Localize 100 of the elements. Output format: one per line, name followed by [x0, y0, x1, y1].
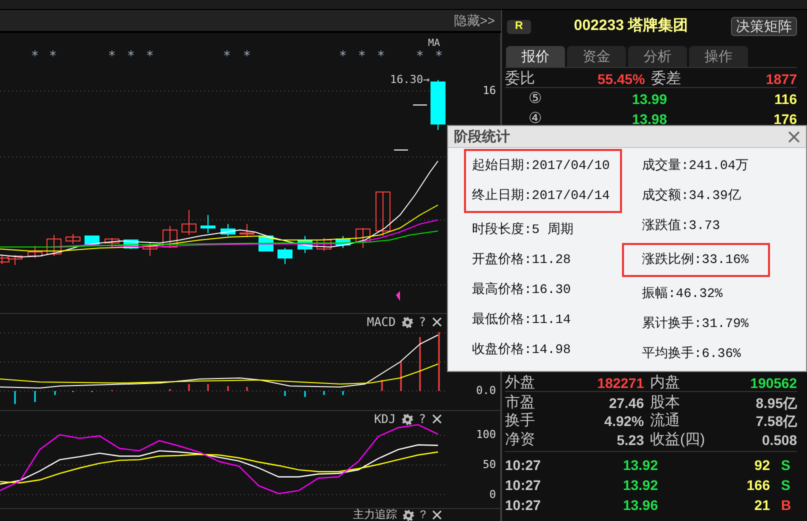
stat-label: 内盘 [649, 373, 681, 393]
tab[interactable]: 分析 [628, 46, 687, 67]
badge: R [507, 20, 531, 34]
trade-time: 10:27 [505, 456, 542, 475]
stat-label: 流通 [649, 411, 681, 431]
stat-value: 55.45% [596, 70, 645, 89]
candle [220, 224, 236, 236]
stat-label: 市盈 [505, 393, 536, 412]
order-level: ⑤ [528, 89, 542, 109]
tab[interactable]: 报价 [506, 46, 565, 67]
trade-side: B [780, 496, 792, 515]
candle [28, 246, 42, 258]
stat-item: 时段长度:5 周期 [471, 221, 574, 239]
trade-volume: 166 [746, 476, 770, 495]
price-marker [412, 104, 428, 106]
stat-item: 成交额:34.39亿 [641, 187, 742, 205]
quote-volume: 176 [772, 110, 797, 129]
hide-panel-button[interactable]: 隐藏>> [452, 10, 497, 30]
stat-label: 股本 [649, 393, 681, 412]
stat-item: 最高价格:16.30 [471, 281, 572, 299]
flag-icon [396, 291, 400, 301]
trade-side: S [780, 476, 792, 495]
stat-item: 涨跌值:3.73 [641, 217, 722, 235]
candle [240, 224, 254, 238]
candle [376, 192, 390, 236]
stat-item: 累计换手:31.79% [641, 315, 750, 333]
trade-price: 13.92 [622, 476, 658, 495]
signal-mark: * [435, 50, 443, 63]
stat-value: 8.95亿 [756, 394, 797, 413]
trade-volume: 92 [753, 456, 770, 475]
stock-title: 002233 塔牌集团 [572, 16, 690, 36]
trade-volume: 21 [753, 496, 770, 515]
signal-mark: * [339, 50, 347, 63]
tab[interactable]: 操作 [689, 46, 748, 67]
stat-value: 27.46 [608, 394, 644, 413]
stat-label: 换手 [505, 411, 536, 431]
stat-item: 最低价格:11.14 [471, 311, 572, 329]
stat-item: 成交量:241.04万 [641, 157, 750, 175]
tab[interactable]: 资金 [567, 46, 626, 67]
settings-icon [402, 414, 413, 424]
signal-mark: * [49, 50, 57, 63]
axis-label: 0.0 [476, 385, 496, 397]
candle [182, 210, 196, 236]
signal-mark: * [377, 50, 385, 63]
stat-value: 0.508 [762, 430, 797, 450]
signal-mark: * [243, 50, 251, 63]
stat-item: 终止日期:2017/04/14 [471, 187, 611, 205]
signal-mark: * [416, 50, 424, 63]
price-tag: 16.30→ [390, 74, 430, 86]
trade-price: 13.92 [622, 456, 658, 475]
indicator-title: MACD [366, 316, 396, 328]
order-level: ④ [528, 109, 542, 129]
stat-label: 收益(四) [649, 430, 706, 450]
trade-price: 13.96 [622, 496, 658, 515]
trade-side: S [780, 456, 792, 475]
quote-volume: 116 [773, 90, 797, 109]
stat-label: 委差 [650, 69, 682, 89]
stat-value: 4.92% [603, 412, 644, 431]
stat-value: 7.58亿 [756, 412, 797, 431]
signal-mark: * [127, 50, 135, 63]
settings-icon [402, 316, 413, 328]
trade-time: 10:27 [505, 476, 542, 495]
stat-label: 净资 [505, 430, 536, 450]
stat-label: 委比 [505, 69, 536, 89]
axis-label: 50 [482, 459, 496, 472]
stat-item: 振幅:46.32% [641, 285, 724, 303]
stat-label: 外盘 [505, 373, 536, 393]
candle [142, 242, 158, 256]
help-button[interactable]: ? [420, 509, 426, 521]
decision-matrix-button[interactable]: 决策矩阵 [731, 17, 797, 36]
axis-label: 100 [476, 429, 496, 442]
stat-item: 收盘价格:14.98 [471, 341, 572, 359]
signal-mark: * [223, 50, 231, 63]
indicator-title: KDJ [374, 413, 396, 425]
signal-mark: * [31, 50, 39, 63]
axis-label: 0 [489, 488, 496, 501]
help-button[interactable]: ? [418, 413, 426, 425]
signal-mark: * [146, 50, 154, 63]
stat-value: 1877 [766, 70, 797, 89]
candle [298, 236, 312, 254]
help-button[interactable]: ? [418, 316, 426, 328]
candle [356, 228, 370, 248]
stat-value: 182271 [596, 374, 644, 393]
stat-item: 开盘价格:11.28 [471, 251, 572, 269]
stat-item: 平均换手:6.36% [641, 345, 742, 363]
signal-mark: * [358, 50, 366, 63]
dialog-title: 阶段统计 [454, 127, 510, 146]
candle [162, 226, 178, 248]
candle [104, 238, 120, 248]
candle [200, 214, 216, 234]
stat-value: 5.23 [616, 430, 644, 450]
trade-time: 10:27 [505, 496, 542, 515]
signal-mark: * [108, 50, 116, 63]
candle [46, 234, 62, 256]
candle [430, 80, 446, 130]
candle [336, 236, 350, 248]
stat-value: 190562 [750, 374, 797, 393]
axis-label: 16 [482, 85, 496, 97]
stat-item: 涨跌比例:33.16% [641, 251, 750, 269]
quote-price: 13.98 [630, 110, 668, 129]
